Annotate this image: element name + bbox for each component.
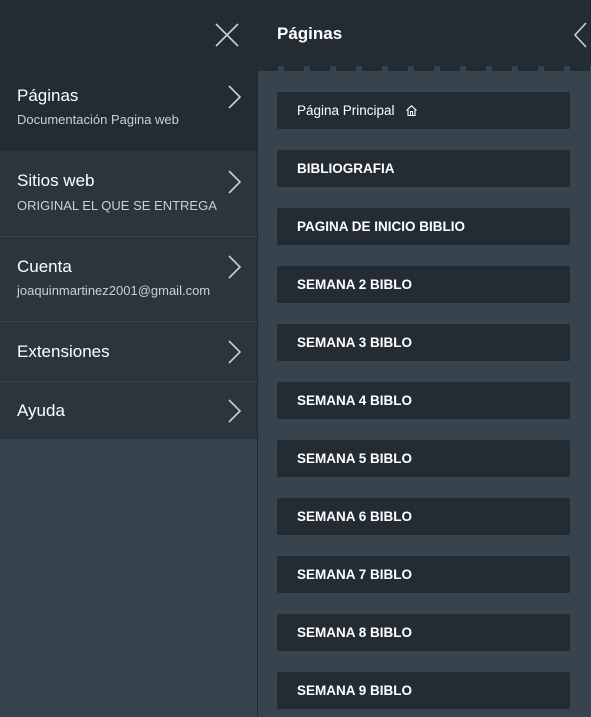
menu-item-sitios-web[interactable]: Sitios web ORIGINAL EL QUE SE ENTREGA bbox=[0, 151, 257, 237]
menu-item-cuenta[interactable]: Cuenta joaquinmartinez2001@gmail.com bbox=[0, 237, 257, 322]
page-item-label: Página Principal bbox=[297, 103, 395, 118]
menu-item-ayuda[interactable]: Ayuda bbox=[0, 382, 257, 440]
page-item-pagina-principal[interactable]: Página Principal bbox=[277, 92, 570, 129]
page-item-label: SEMANA 5 BIBLO bbox=[297, 451, 413, 466]
menu-item-title: Extensiones bbox=[17, 342, 110, 361]
page-item[interactable]: SEMANA 2 BIBLO bbox=[277, 266, 570, 303]
page-item[interactable]: SEMANA 8 BIBLO bbox=[277, 614, 570, 651]
close-icon[interactable] bbox=[212, 20, 242, 50]
page-item[interactable]: SEMANA 9 BIBLO bbox=[277, 672, 570, 709]
menu-item-extensiones[interactable]: Extensiones bbox=[0, 322, 257, 382]
page-item[interactable]: SEMANA 3 BIBLO bbox=[277, 324, 570, 361]
page-item-label: SEMANA 2 BIBLO bbox=[297, 277, 413, 292]
page-item-label: BIBLIOGRAFIA bbox=[297, 161, 395, 176]
menu-item-subtitle: ORIGINAL EL QUE SE ENTREGA bbox=[17, 198, 217, 213]
menu-item-title: Sitios web bbox=[17, 171, 95, 190]
pages-panel-header: Páginas bbox=[258, 0, 591, 66]
page-item-label: SEMANA 4 BIBLO bbox=[297, 393, 413, 408]
page-item[interactable]: SEMANA 6 BIBLO bbox=[277, 498, 570, 535]
chevron-right-icon bbox=[228, 340, 242, 364]
page-item[interactable]: BIBLIOGRAFIA bbox=[277, 150, 570, 187]
pages-panel-title: Páginas bbox=[277, 24, 343, 43]
menu-item-subtitle: Documentación Pagina web bbox=[17, 112, 179, 127]
header-dashed-border bbox=[258, 66, 591, 71]
page-item[interactable]: SEMANA 5 BIBLO bbox=[277, 440, 570, 477]
chevron-right-icon bbox=[228, 170, 242, 194]
chevron-right-icon bbox=[228, 399, 242, 423]
menu-item-paginas[interactable]: Páginas Documentación Pagina web bbox=[0, 70, 257, 151]
page-item-label: PAGINA DE INICIO BIBLIO bbox=[297, 219, 466, 234]
menu-item-subtitle: joaquinmartinez2001@gmail.com bbox=[17, 283, 211, 298]
menu-item-title: Cuenta bbox=[17, 257, 72, 276]
page-item[interactable]: SEMANA 7 BIBLO bbox=[277, 556, 570, 593]
pages-panel: Páginas Página Principal BIBLIOGRAFIA PA… bbox=[258, 0, 591, 717]
page-item[interactable]: SEMANA 4 BIBLO bbox=[277, 382, 570, 419]
page-item-label: SEMANA 7 BIBLO bbox=[297, 567, 413, 582]
page-item-label: SEMANA 6 BIBLO bbox=[297, 509, 413, 524]
home-icon bbox=[405, 105, 417, 117]
menu-item-title: Ayuda bbox=[17, 401, 65, 420]
page-item-label: SEMANA 9 BIBLO bbox=[297, 683, 413, 698]
page-item-label: SEMANA 3 BIBLO bbox=[297, 335, 413, 350]
chevron-left-icon[interactable] bbox=[571, 20, 589, 50]
main-menu-panel: Páginas Documentación Pagina web Sitios … bbox=[0, 0, 257, 717]
main-menu-header bbox=[0, 0, 257, 70]
chevron-right-icon bbox=[228, 255, 242, 279]
menu-item-title: Páginas bbox=[17, 86, 79, 105]
page-item[interactable]: PAGINA DE INICIO BIBLIO bbox=[277, 208, 570, 245]
page-item-label: SEMANA 8 BIBLO bbox=[297, 625, 413, 640]
chevron-right-icon bbox=[228, 85, 242, 109]
